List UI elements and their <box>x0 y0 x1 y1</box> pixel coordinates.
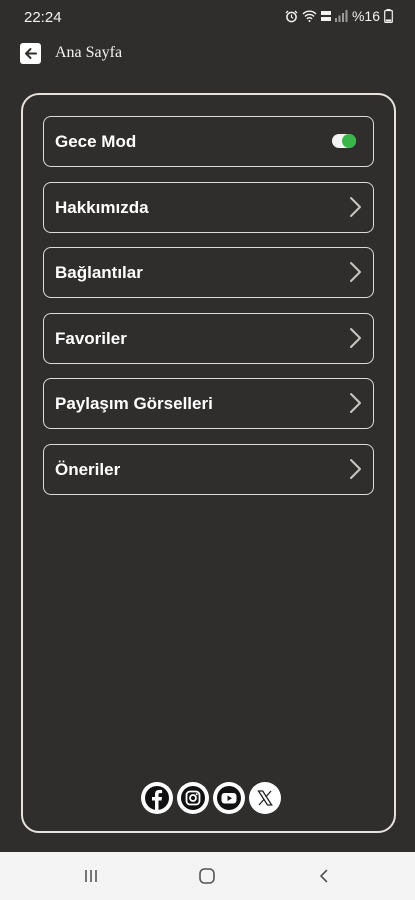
menu-item-label: Paylaşım Görselleri <box>55 394 213 413</box>
chevron-right-icon <box>350 262 361 282</box>
chevron-right-icon <box>350 458 361 479</box>
battery-text: %16 <box>351 8 380 24</box>
battery-icon <box>384 9 393 23</box>
chevron-right-icon <box>350 327 361 348</box>
menu-item-baglantilar[interactable]: Bağlantılar <box>43 247 374 298</box>
menu-item-label: Bağlantılar <box>55 263 143 282</box>
menu-item-favoriler[interactable]: Favoriler <box>43 312 374 364</box>
menu-panel: Gece Mod Hakkımızda Bağlantılar Favorile… <box>21 93 396 833</box>
youtube-button[interactable] <box>213 782 245 814</box>
system-nav-bar <box>0 852 415 900</box>
x-icon <box>257 790 273 806</box>
back-button[interactable] <box>20 43 41 64</box>
arrow-left-icon <box>25 48 37 59</box>
night-mode-toggle[interactable] <box>332 134 356 148</box>
facebook-icon <box>145 786 169 810</box>
menu-item-label: Favoriler <box>55 328 127 348</box>
status-bar: 22:24 %16 <box>0 0 415 36</box>
menu-item-gece-mod[interactable]: Gece Mod <box>43 116 374 167</box>
social-links <box>141 782 281 814</box>
status-time: 22:24 <box>24 9 62 26</box>
back-icon <box>320 869 328 883</box>
signal-icon <box>334 10 348 22</box>
page-title: Ana Sayfa <box>55 44 123 61</box>
instagram-button[interactable] <box>177 782 209 814</box>
volte-icon <box>320 10 331 22</box>
menu-item-label: Gece Mod <box>55 132 137 151</box>
recent-apps-button[interactable] <box>81 866 101 886</box>
youtube-icon <box>217 786 241 810</box>
home-button[interactable] <box>197 866 217 886</box>
menu-list: Gece Mod Hakkımızda Bağlantılar Favorile… <box>43 116 374 509</box>
chevron-right-icon <box>350 196 361 217</box>
app-header: Ana Sayfa <box>0 36 415 72</box>
status-icons: %16 <box>285 8 393 24</box>
facebook-button[interactable] <box>141 782 173 814</box>
system-back-button[interactable] <box>314 866 334 886</box>
menu-item-label: Öneriler <box>55 459 121 479</box>
wifi-icon <box>302 10 317 22</box>
instagram-icon <box>181 786 205 810</box>
home-icon <box>199 868 215 884</box>
menu-item-oneriler[interactable]: Öneriler <box>43 443 374 495</box>
menu-item-label: Hakkımızda <box>55 197 149 217</box>
toggle-knob <box>342 134 356 148</box>
menu-item-hakkimizda[interactable]: Hakkımızda <box>43 181 374 233</box>
menu-item-paylasim-gorselleri[interactable]: Paylaşım Görselleri <box>43 378 374 429</box>
alarm-icon <box>285 10 298 23</box>
recent-apps-icon <box>85 870 97 882</box>
chevron-right-icon <box>350 393 361 413</box>
x-button[interactable] <box>249 782 281 814</box>
